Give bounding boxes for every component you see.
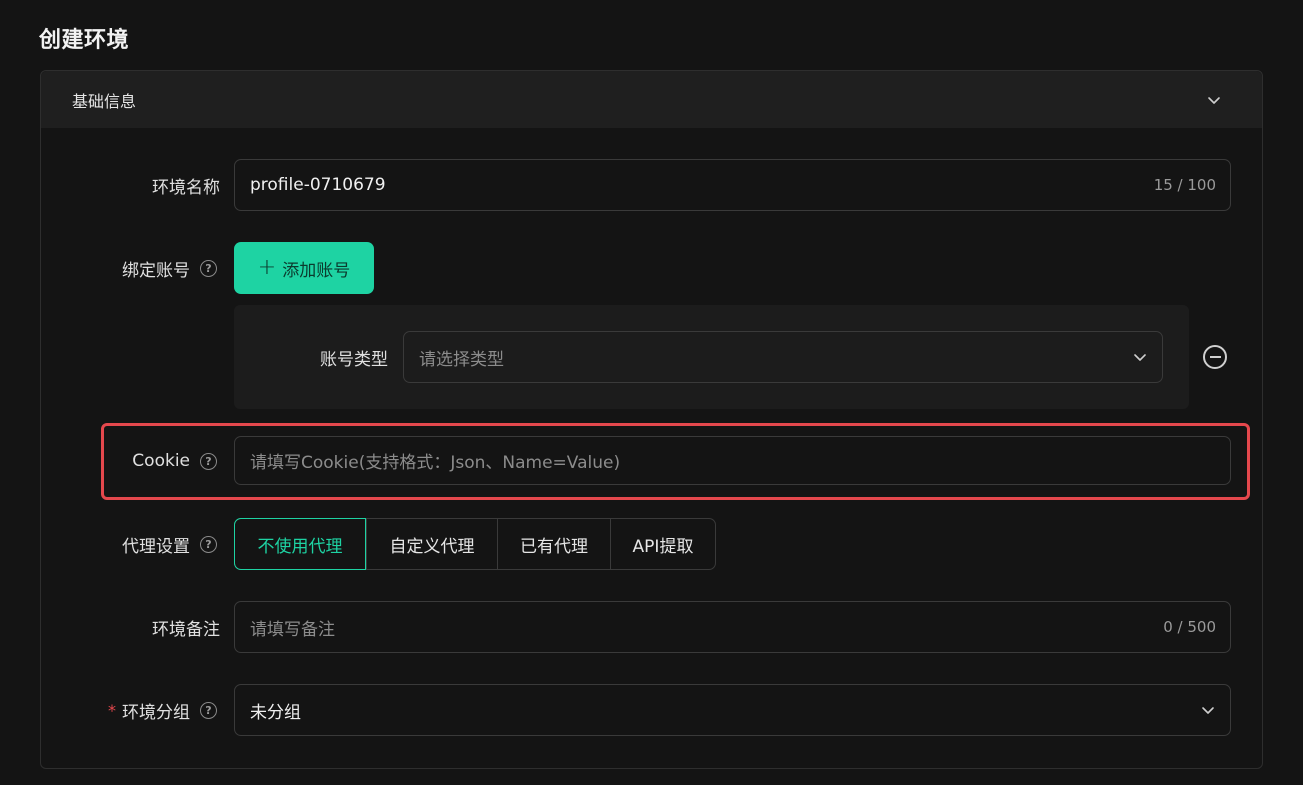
- account-type-label-text: 账号类型: [320, 349, 388, 370]
- proxy-segmented-control: 不使用代理 自定义代理 已有代理 API提取: [234, 518, 716, 570]
- account-type-select[interactable]: 请选择类型: [403, 331, 1163, 383]
- account-label: 绑定账号 ?: [60, 255, 217, 281]
- proxy-option-custom[interactable]: 自定义代理: [366, 519, 497, 569]
- group-label-text: 环境分组: [122, 702, 190, 723]
- add-account-label: 添加账号: [282, 260, 351, 281]
- basic-info-header[interactable]: 基础信息: [41, 71, 1262, 128]
- page-title: 创建环境: [39, 28, 130, 53]
- chevron-down-icon: [1132, 349, 1148, 365]
- help-icon[interactable]: ?: [200, 701, 217, 719]
- section-title: 基础信息: [72, 91, 137, 111]
- add-account-button[interactable]: + 添加账号: [234, 242, 374, 294]
- name-input[interactable]: profile-0710679 15 / 100: [234, 159, 1231, 211]
- group-label: * 环境分组 ?: [60, 697, 217, 723]
- proxy-option-api[interactable]: API提取: [610, 519, 715, 569]
- name-label: 环境名称: [60, 172, 220, 198]
- proxy-option-existing[interactable]: 已有代理: [497, 519, 610, 569]
- group-select[interactable]: 未分组: [234, 684, 1231, 736]
- chevron-down-icon[interactable]: [1206, 92, 1222, 108]
- cookie-placeholder: 请填写Cookie(支持格式：Json、Name=Value): [250, 453, 621, 473]
- remark-char-count: 0 / 500: [1163, 618, 1216, 636]
- proxy-option-none[interactable]: 不使用代理: [234, 518, 366, 570]
- name-label-text: 环境名称: [152, 177, 220, 198]
- remark-placeholder: 请填写备注: [250, 619, 335, 640]
- proxy-label-text: 代理设置: [122, 536, 190, 557]
- account-label-text: 绑定账号: [122, 260, 190, 281]
- cookie-input[interactable]: 请填写Cookie(支持格式：Json、Name=Value): [234, 436, 1231, 485]
- minus-circle-icon: [1209, 356, 1221, 358]
- remark-input[interactable]: 请填写备注 0 / 500: [234, 601, 1231, 653]
- proxy-label: 代理设置 ?: [60, 531, 217, 557]
- account-type-label: 账号类型: [240, 344, 388, 370]
- plus-icon: +: [257, 255, 277, 280]
- chevron-down-icon: [1200, 702, 1216, 718]
- help-icon[interactable]: ?: [200, 535, 217, 553]
- remark-label-text: 环境备注: [152, 619, 220, 640]
- help-icon[interactable]: ?: [200, 259, 217, 277]
- name-value: profile-0710679: [250, 175, 386, 195]
- group-value: 未分组: [250, 702, 301, 723]
- remove-account-button[interactable]: [1203, 345, 1227, 369]
- required-mark: *: [108, 700, 116, 720]
- help-icon[interactable]: ?: [200, 452, 217, 470]
- cookie-label-text: Cookie: [132, 451, 190, 471]
- cookie-label: Cookie ?: [60, 448, 217, 474]
- account-type-placeholder: 请选择类型: [419, 349, 504, 370]
- name-char-count: 15 / 100: [1153, 176, 1216, 194]
- remark-label: 环境备注: [60, 614, 220, 640]
